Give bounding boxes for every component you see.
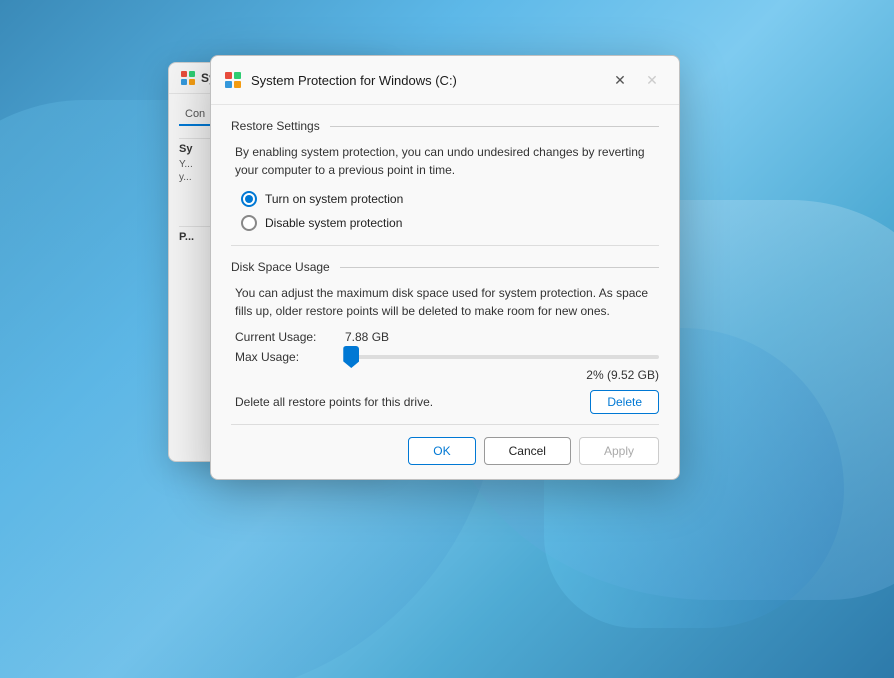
dialog-title: System Protection for Windows (C:) — [251, 73, 597, 88]
cancel-button[interactable]: Cancel — [484, 437, 571, 465]
close-button[interactable]: ✕ — [605, 66, 635, 94]
dialog-content: Restore Settings By enabling system prot… — [211, 119, 679, 425]
radio-off-indicator — [241, 215, 257, 231]
radio-on-indicator — [241, 191, 257, 207]
apply-button[interactable]: Apply — [579, 437, 659, 465]
bottom-buttons: OK Cancel Apply — [211, 425, 679, 479]
restore-description: By enabling system protection, you can u… — [235, 143, 659, 179]
restore-section-label: Restore Settings — [231, 119, 320, 133]
slider-percent-label: 2% (9.52 GB) — [231, 368, 659, 382]
section-divider — [231, 245, 659, 246]
protection-radio-group: Turn on system protection Disable system… — [241, 191, 659, 231]
max-usage-row: Max Usage: — [235, 350, 659, 364]
title-bar: System Protection for Windows (C:) ✕ ✕ — [211, 56, 679, 105]
restore-section-line — [330, 126, 659, 127]
current-usage-value: 7.88 GB — [345, 330, 389, 344]
disk-description: You can adjust the maximum disk space us… — [235, 284, 659, 320]
radio-on-dot — [245, 195, 253, 203]
bg-dialog-tab: Con — [179, 104, 211, 126]
delete-section: Delete all restore points for this drive… — [235, 390, 659, 414]
delete-button[interactable]: Delete — [590, 390, 659, 414]
ok-button[interactable]: OK — [408, 437, 475, 465]
title-buttons: ✕ ✕ — [605, 66, 667, 94]
radio-on-label: Turn on system protection — [265, 192, 403, 206]
current-usage-label: Current Usage: — [235, 330, 335, 344]
disabled-close-button: ✕ — [637, 66, 667, 94]
radio-disable[interactable]: Disable system protection — [241, 215, 659, 231]
windows-icon — [223, 70, 243, 90]
current-usage-row: Current Usage: 7.88 GB — [235, 330, 659, 344]
slider-thumb[interactable] — [343, 346, 359, 368]
disk-section-header: Disk Space Usage — [231, 260, 659, 274]
disk-section-line — [340, 267, 659, 268]
max-usage-label: Max Usage: — [235, 350, 335, 364]
restore-section-header: Restore Settings — [231, 119, 659, 133]
disk-section-label: Disk Space Usage — [231, 260, 330, 274]
radio-off-label: Disable system protection — [265, 216, 402, 230]
system-protection-dialog: System Protection for Windows (C:) ✕ ✕ R… — [210, 55, 680, 480]
radio-turn-on[interactable]: Turn on system protection — [241, 191, 659, 207]
delete-description: Delete all restore points for this drive… — [235, 395, 433, 409]
disk-slider-track — [345, 355, 659, 359]
